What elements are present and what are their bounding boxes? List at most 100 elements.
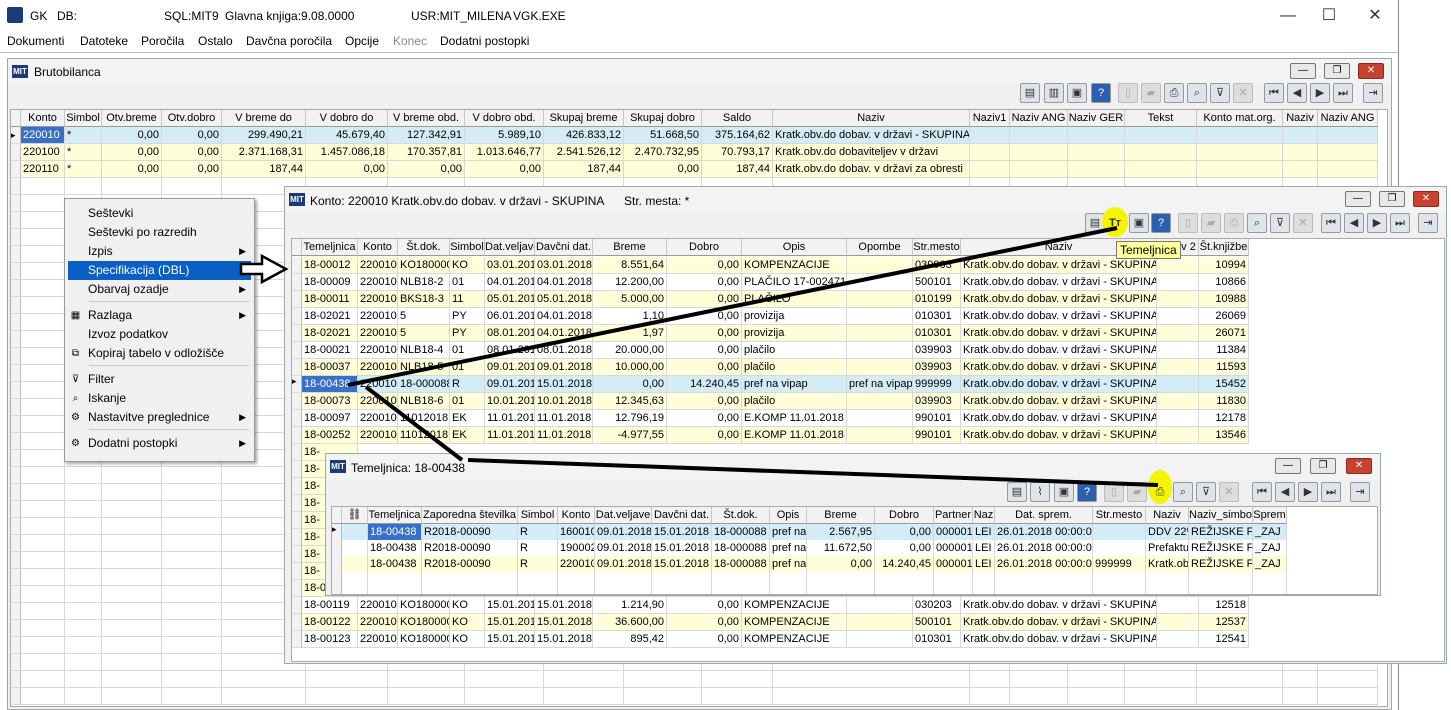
next-record-icon[interactable]: ▶ <box>1367 213 1387 233</box>
column-header[interactable]: Davčni dat. <box>652 507 712 524</box>
row-indicator[interactable] <box>11 161 21 178</box>
column-header[interactable]: Skupaj dobro <box>624 110 702 127</box>
filter-icon[interactable]: ⊽ <box>1270 213 1290 233</box>
column-header[interactable]: V dobro do <box>306 110 388 127</box>
screen-icon[interactable]: ▣ <box>1054 482 1074 502</box>
table-cell[interactable]: 039903 <box>913 257 961 274</box>
table-cell[interactable]: 187,44 <box>222 161 306 178</box>
table-cell[interactable]: 187,44 <box>544 161 624 178</box>
table-cell[interactable]: 11.672,50 <box>807 540 875 557</box>
column-header[interactable]: V dobro obd. <box>465 110 544 127</box>
help-icon[interactable]: ? <box>1091 83 1111 103</box>
table-cell[interactable] <box>1068 144 1125 161</box>
table-cell[interactable]: 18-00438 <box>368 524 422 541</box>
column-header[interactable]: Breme <box>593 239 667 256</box>
table-cell[interactable]: Prefaktur <box>1146 540 1189 557</box>
table-cell[interactable]: 0,00 <box>102 144 162 161</box>
table-cell[interactable]: 220010 <box>358 308 398 325</box>
table-cell[interactable]: 13546 <box>1199 427 1249 444</box>
table-cell[interactable]: * <box>65 144 102 161</box>
table-cell[interactable] <box>1157 359 1199 376</box>
column-header[interactable]: Breme <box>807 507 875 524</box>
table-cell[interactable]: 5 <box>398 308 450 325</box>
find-icon[interactable]: ⌕ <box>1187 83 1207 103</box>
row-indicator[interactable] <box>292 257 302 274</box>
table-cell[interactable]: 12.796,19 <box>593 410 667 427</box>
temeljnica-button-icon[interactable]: Tт <box>1105 213 1125 233</box>
first-record-icon[interactable]: ⏮ <box>1264 83 1284 103</box>
table-cell[interactable]: 1,97 <box>593 325 667 342</box>
table-cell[interactable]: 187,44 <box>702 161 773 178</box>
table-cell[interactable] <box>1157 325 1199 342</box>
table-cell[interactable]: 0,00 <box>388 161 465 178</box>
table-cell[interactable]: PY <box>450 308 485 325</box>
table-cell[interactable] <box>1157 342 1199 359</box>
table-cell[interactable]: 26.01.2018 00:00:00 <box>995 524 1093 541</box>
table-cell[interactable]: Kratk.obv.do dobav. v državi - SKUPINA <box>961 291 1157 308</box>
table-cell[interactable] <box>847 393 913 410</box>
table-cell[interactable]: 220010 <box>358 614 398 631</box>
table-cell[interactable]: 220010 <box>358 376 398 393</box>
table-cell[interactable] <box>1157 631 1199 648</box>
column-header[interactable]: Tekst <box>1125 110 1197 127</box>
table-cell[interactable]: 18-00021 <box>302 342 358 359</box>
row-indicator[interactable] <box>11 144 21 161</box>
print-icon[interactable]: ⎙ <box>1150 482 1170 502</box>
table-cell[interactable]: 10866 <box>1199 274 1249 291</box>
table-cell[interactable]: 15.01.2018 <box>485 597 535 614</box>
table-cell[interactable]: 11.01.2018 <box>485 427 535 444</box>
column-header[interactable]: Naziv <box>1283 110 1318 127</box>
table-cell[interactable]: 0000012 <box>934 524 973 541</box>
table-cell[interactable]: 10.01.2018 <box>535 393 593 410</box>
table-cell[interactable]: 0,00 <box>306 161 388 178</box>
table-cell[interactable]: 18-000088 <box>712 524 770 541</box>
table-cell[interactable]: 18-00438 <box>368 540 422 557</box>
table-cell[interactable]: PLAČILO 17-002471 <box>742 274 847 291</box>
column-header[interactable]: Konto <box>358 239 398 256</box>
row-indicator[interactable] <box>292 308 302 325</box>
menu-opcije[interactable]: Opcije <box>345 34 379 48</box>
table-cell[interactable]: 0,00 <box>667 291 742 308</box>
table-cell[interactable]: Kratk.obv.do dobav. v državi - SKUPINA <box>961 325 1157 342</box>
table-cell[interactable] <box>1093 540 1146 557</box>
last-record-icon[interactable]: ⏭ <box>1333 83 1353 103</box>
table-cell[interactable]: KO18000067 <box>398 614 450 631</box>
table-cell[interactable]: 20.000,00 <box>593 342 667 359</box>
minimize-button[interactable]: — <box>1273 6 1303 26</box>
table-cell[interactable]: 18-00119 <box>302 597 358 614</box>
menu-konec[interactable]: Konec <box>393 34 427 48</box>
prev-record-icon[interactable]: ◀ <box>1344 213 1364 233</box>
table-cell[interactable]: 2.371.168,31 <box>222 144 306 161</box>
table-cell[interactable]: 220010 <box>358 393 398 410</box>
column-header[interactable]: Str.mesto <box>913 239 961 256</box>
table-cell[interactable]: 10994 <box>1199 257 1249 274</box>
ctx-sestevki-po-razredih[interactable]: Seštevki po razredih <box>65 223 254 242</box>
table-cell[interactable]: pref na <box>770 540 807 557</box>
table-cell[interactable]: 220010 <box>358 631 398 648</box>
table-cell[interactable] <box>1157 274 1199 291</box>
table-cell[interactable]: provizija <box>742 308 847 325</box>
table-cell[interactable] <box>1157 597 1199 614</box>
column-header[interactable]: Simbol <box>65 110 102 127</box>
table-cell[interactable] <box>847 410 913 427</box>
preview-icon[interactable]: ▤ <box>1020 83 1040 103</box>
table-cell[interactable]: REŽIJSKE FAKTURE <box>1189 524 1253 541</box>
table-cell[interactable]: 2.567,95 <box>807 524 875 541</box>
table-cell[interactable]: 01 <box>450 274 485 291</box>
close-button[interactable]: ✕ <box>1360 6 1390 26</box>
table-cell[interactable]: 0,00 <box>667 631 742 648</box>
open-icon[interactable]: ▰ <box>1201 213 1221 233</box>
table-cell[interactable]: 03.01.2018 <box>485 257 535 274</box>
table-cell[interactable]: 08.01.2018 <box>485 342 535 359</box>
table-cell[interactable]: 0000012 <box>934 556 973 573</box>
row-indicator[interactable] <box>292 614 302 631</box>
table-cell[interactable] <box>847 597 913 614</box>
table-cell[interactable]: LEI <box>973 524 995 541</box>
table-cell[interactable]: 0,00 <box>667 359 742 376</box>
table-cell[interactable]: Kratk.obv.do dobav. v državi - SKUPINA <box>961 393 1157 410</box>
last-record-icon[interactable]: ⏭ <box>1321 482 1341 502</box>
table-cell[interactable]: 1.457.086,18 <box>306 144 388 161</box>
help-icon[interactable]: ? <box>1077 482 1097 502</box>
table-cell[interactable]: 375.164,62 <box>702 127 773 144</box>
column-header[interactable]: Temeljnica <box>302 239 358 256</box>
